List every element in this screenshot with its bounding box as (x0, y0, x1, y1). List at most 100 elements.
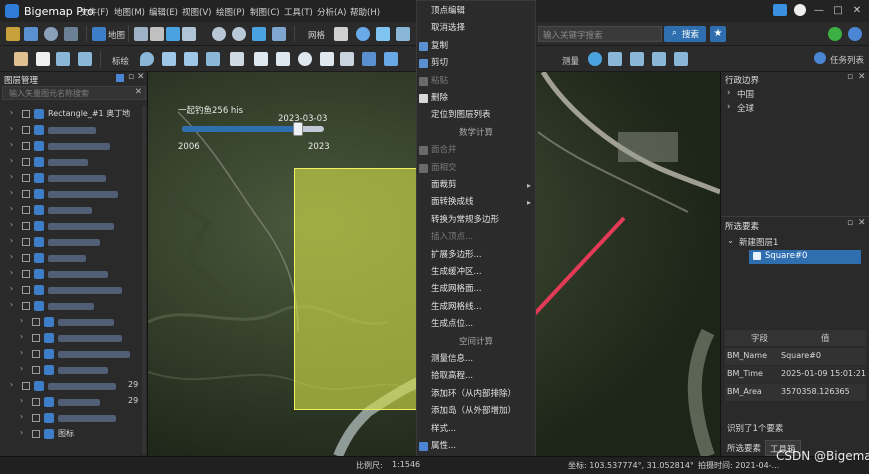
map-icon[interactable] (92, 27, 106, 41)
float-icon[interactable]: ▫ (847, 218, 853, 228)
link-icon[interactable] (848, 27, 862, 41)
layer-row[interactable]: › (0, 138, 146, 154)
menu-cartography[interactable]: 制图(C) (250, 6, 280, 18)
chevron-right-icon[interactable]: › (20, 332, 23, 341)
layer-row[interactable]: › Rectangle_#1 奥丁地 (0, 106, 146, 122)
task-list-button[interactable]: 任务列表 (830, 54, 864, 66)
context-menu-item[interactable]: 生成缓冲区... (417, 264, 535, 281)
chevron-right-icon[interactable]: › (20, 348, 23, 357)
layer-checkbox[interactable] (32, 398, 40, 406)
close-button[interactable]: ✕ (850, 4, 864, 18)
chevron-right-icon[interactable]: › (20, 316, 23, 325)
chevron-right-icon[interactable]: › (10, 156, 13, 165)
chevron-right-icon[interactable]: › (10, 172, 13, 181)
zoom-out-icon[interactable] (232, 27, 246, 41)
pin-icon[interactable] (116, 74, 124, 82)
context-menu-item[interactable]: 面转换成线 ▸ (417, 194, 535, 211)
menu-edit[interactable]: 编辑(E) (149, 6, 178, 18)
rectangle-icon[interactable] (254, 52, 268, 66)
layer-checkbox[interactable] (22, 174, 30, 182)
context-menu-item[interactable]: 属性... (417, 438, 535, 455)
layer-row[interactable]: › (0, 330, 146, 346)
edit-icon[interactable] (340, 52, 354, 66)
favorite-star-icon[interactable]: ★ (710, 26, 726, 42)
select-rect-icon[interactable] (56, 52, 70, 66)
task-list-icon[interactable] (814, 52, 826, 64)
context-menu-item[interactable]: 删除 (417, 90, 535, 107)
layer-checkbox[interactable] (22, 222, 30, 230)
layers-icon[interactable] (150, 27, 164, 41)
admin-item-global[interactable]: 全球 (737, 102, 754, 114)
globe-icon[interactable] (166, 27, 180, 41)
layer-scrollbar[interactable] (142, 106, 146, 454)
context-menu-item[interactable]: 面裁剪 ▸ (417, 177, 535, 194)
polyline-icon[interactable] (184, 52, 198, 66)
layer-checkbox[interactable] (32, 318, 40, 326)
layer-checkbox[interactable] (32, 366, 40, 374)
layer-row[interactable]: › (0, 314, 146, 330)
angle-icon[interactable] (652, 52, 666, 66)
chevron-right-icon[interactable]: › (10, 204, 13, 213)
wechat-icon[interactable] (828, 27, 842, 41)
hand-pan-icon[interactable] (14, 52, 28, 66)
layer-row[interactable]: › (0, 250, 146, 266)
layer-checkbox[interactable] (32, 414, 40, 422)
layer-checkbox[interactable] (22, 286, 30, 294)
line-icon[interactable] (162, 52, 176, 66)
menu-file[interactable]: 文件(F) (80, 6, 109, 18)
layer-row[interactable]: › (0, 186, 146, 202)
layer-checkbox[interactable] (22, 254, 30, 262)
context-menu-item[interactable]: 生成网格面... (417, 281, 535, 298)
context-menu-item[interactable]: 生成点位... (417, 316, 535, 333)
layer-row[interactable]: › (0, 282, 146, 298)
layer-row[interactable]: › (0, 298, 146, 314)
panel-close-icon[interactable]: ✕ (137, 72, 145, 82)
context-menu-item[interactable]: 顶点编辑 (417, 3, 535, 20)
layer-checkbox[interactable] (32, 334, 40, 342)
context-menu-item[interactable]: 取消选择 (417, 20, 535, 37)
context-menu-item[interactable]: 复制 (417, 38, 535, 55)
arrow-icon[interactable] (384, 52, 398, 66)
full-extent-icon[interactable] (252, 27, 266, 41)
map-button-label[interactable]: 地图 (108, 29, 125, 41)
chevron-right-icon[interactable]: › (20, 364, 23, 373)
search-button[interactable]: ⌕ 搜索 (664, 26, 706, 42)
polygon-icon[interactable] (276, 52, 290, 66)
layer-checkbox[interactable] (22, 126, 30, 134)
chevron-down-icon[interactable]: ⌄ (727, 236, 734, 246)
pointer-icon[interactable] (36, 52, 50, 66)
chevron-right-icon[interactable]: › (10, 284, 13, 293)
chevron-right-icon[interactable]: › (10, 140, 13, 149)
layer-checkbox[interactable] (32, 350, 40, 358)
layer-checkbox[interactable] (22, 158, 30, 166)
tab-selected-features[interactable]: 所选要素 (727, 442, 761, 454)
layer-checkbox[interactable] (32, 430, 40, 438)
circle-icon[interactable] (298, 52, 312, 66)
context-menu-item[interactable]: 拾取高程... (417, 368, 535, 385)
area-icon[interactable] (630, 52, 644, 66)
layer-row[interactable]: › (0, 154, 146, 170)
layer-row[interactable]: › (0, 218, 146, 234)
panel-close-icon[interactable]: ✕ (858, 218, 866, 228)
chevron-right-icon[interactable]: › (727, 102, 730, 112)
new-layer-node[interactable]: 新建图层1 (739, 236, 778, 248)
context-menu-item[interactable]: 转换为常规多边形 (417, 212, 535, 229)
dropdown-icon[interactable] (182, 27, 196, 41)
minimize-button[interactable]: — (812, 4, 826, 18)
grid-icon[interactable] (334, 27, 348, 41)
float-icon[interactable]: ▫ (128, 72, 134, 82)
maximize-button[interactable]: □ (831, 4, 845, 18)
grid-label[interactable]: 网格 (308, 29, 325, 41)
admin-item-china[interactable]: 中国 (737, 88, 754, 100)
chevron-right-icon[interactable]: › (10, 236, 13, 245)
layer-row[interactable]: › (0, 234, 146, 250)
layer-checkbox[interactable] (22, 238, 30, 246)
menu-tools[interactable]: 工具(T) (284, 6, 313, 18)
layer-row[interactable]: › 29 (0, 394, 146, 410)
user-avatar-icon[interactable] (794, 4, 806, 16)
chart-icon[interactable] (376, 27, 390, 41)
layer-checkbox[interactable] (22, 270, 30, 278)
search-input[interactable]: 输入关键字搜索 (538, 26, 662, 42)
chevron-right-icon[interactable]: › (10, 268, 13, 277)
layer-checkbox[interactable] (22, 142, 30, 150)
